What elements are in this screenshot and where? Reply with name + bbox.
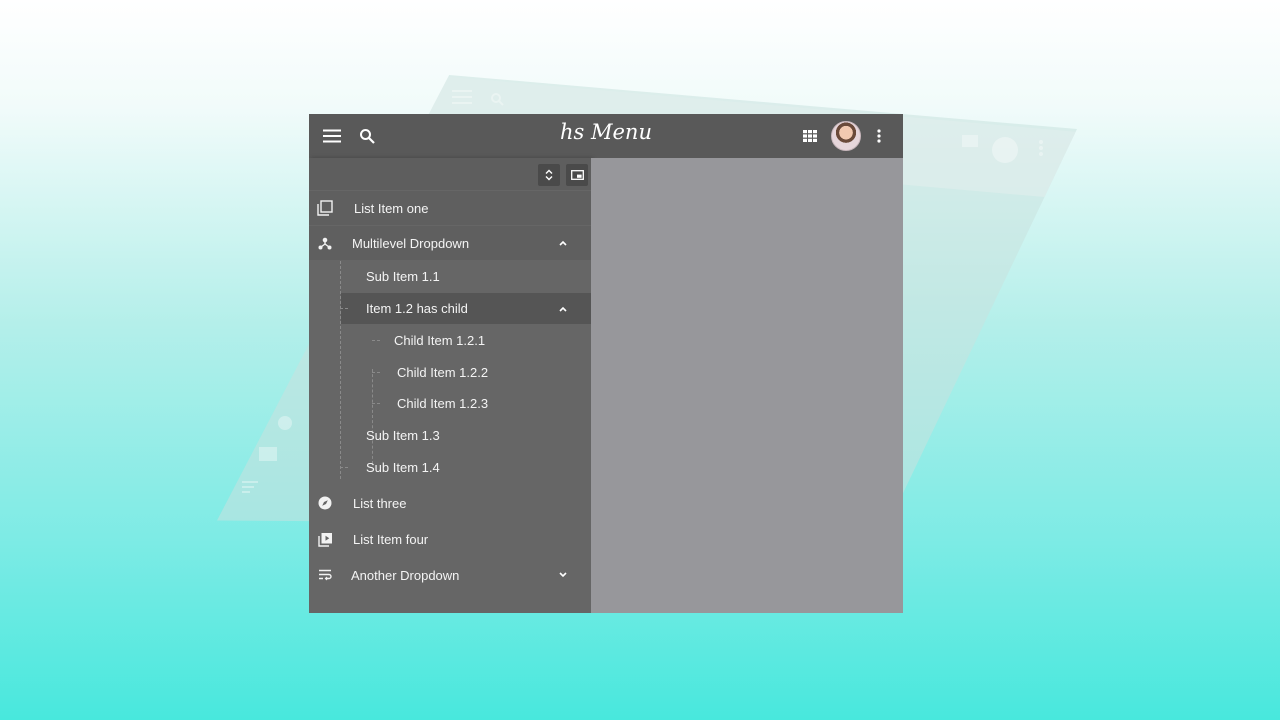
sidebar-item-list-three[interactable]: List three xyxy=(309,486,591,520)
sidebar-item-another-dropdown[interactable]: Another Dropdown xyxy=(309,558,591,592)
sidebar-child-label: Child Item 1.2.2 xyxy=(397,365,489,380)
sidebar-child-item-1-2-2[interactable]: Child Item 1.2.2 xyxy=(309,357,591,388)
sidebar-subitem-label: Sub Item 1.3 xyxy=(366,428,440,443)
wrap-text-icon xyxy=(317,567,333,583)
sidebar-subitem-1-3[interactable]: Sub Item 1.3 xyxy=(309,420,591,451)
sidebar-child-item-1-2-1[interactable]: Child Item 1.2.1 xyxy=(309,325,591,356)
sidebar-subitem-label: Sub Item 1.4 xyxy=(366,460,440,475)
sidebar-menu: List Item one Multilevel Dropdown Sub It… xyxy=(309,158,591,613)
avatar[interactable] xyxy=(831,121,861,151)
sidebar-item-label: Another Dropdown xyxy=(351,567,460,583)
tree-branch xyxy=(340,467,348,468)
ghost-more-icon xyxy=(1039,140,1043,156)
picture-in-picture-icon xyxy=(570,170,584,180)
sidebar-subitem-1-4[interactable]: Sub Item 1.4 xyxy=(309,452,591,483)
ghost-search-icon xyxy=(491,93,504,106)
more-vertical-icon xyxy=(877,129,881,143)
apps-button[interactable] xyxy=(796,122,824,150)
chevron-up-icon xyxy=(557,237,569,249)
picture-in-picture-button[interactable] xyxy=(566,164,588,186)
hub-icon xyxy=(317,235,333,251)
sidebar-subitem-1-2[interactable]: Item 1.2 has child xyxy=(340,293,591,324)
sidebar-item-label: Multilevel Dropdown xyxy=(352,235,470,251)
ghost-video-icon xyxy=(259,447,277,461)
chevron-down-icon xyxy=(557,569,569,581)
ghost-wrap-icon xyxy=(242,481,258,493)
more-options-button[interactable] xyxy=(865,122,893,150)
app-window: hs Menu List Item one Multilevel Dropdow… xyxy=(309,114,903,613)
tree-branch xyxy=(340,308,348,309)
compass-icon xyxy=(317,495,333,511)
ghost-grid-icon xyxy=(962,135,978,147)
sidebar-subitem-label: Item 1.2 has child xyxy=(366,301,468,316)
sidebar-child-label: Child Item 1.2.3 xyxy=(397,396,489,411)
sidebar-item-label: List Item four xyxy=(353,531,429,547)
top-app-bar: hs Menu xyxy=(309,114,903,158)
sidebar-child-label: Child Item 1.2.1 xyxy=(394,333,486,348)
video-library-icon xyxy=(317,531,333,547)
ghost-hamburger-icon xyxy=(452,90,472,104)
sidebar-child-item-1-2-3[interactable]: Child Item 1.2.3 xyxy=(309,388,591,419)
sidebar-subitem-1-1[interactable]: Sub Item 1.1 xyxy=(309,261,591,292)
sidebar-item-list-item-one[interactable]: List Item one xyxy=(309,191,591,225)
library-icon xyxy=(317,200,333,216)
expand-collapse-button[interactable] xyxy=(538,164,560,186)
ghost-avatar xyxy=(992,137,1018,163)
ghost-compass-icon xyxy=(278,416,292,430)
tree-branch xyxy=(372,340,380,341)
sidebar-subitem-label: Sub Item 1.1 xyxy=(366,269,440,284)
unfold-icon xyxy=(545,169,553,181)
content-area xyxy=(591,158,903,613)
tree-branch xyxy=(372,372,380,373)
sidebar-item-label: List three xyxy=(353,495,407,511)
sidebar-toolbar xyxy=(309,158,591,190)
tree-branch xyxy=(372,403,380,404)
chevron-up-icon xyxy=(557,303,569,315)
grid-icon xyxy=(803,130,817,142)
sidebar-item-list-item-four[interactable]: List Item four xyxy=(309,522,591,556)
sidebar-item-multilevel-dropdown[interactable]: Multilevel Dropdown xyxy=(309,226,591,260)
sidebar-item-label: List Item one xyxy=(354,200,429,216)
